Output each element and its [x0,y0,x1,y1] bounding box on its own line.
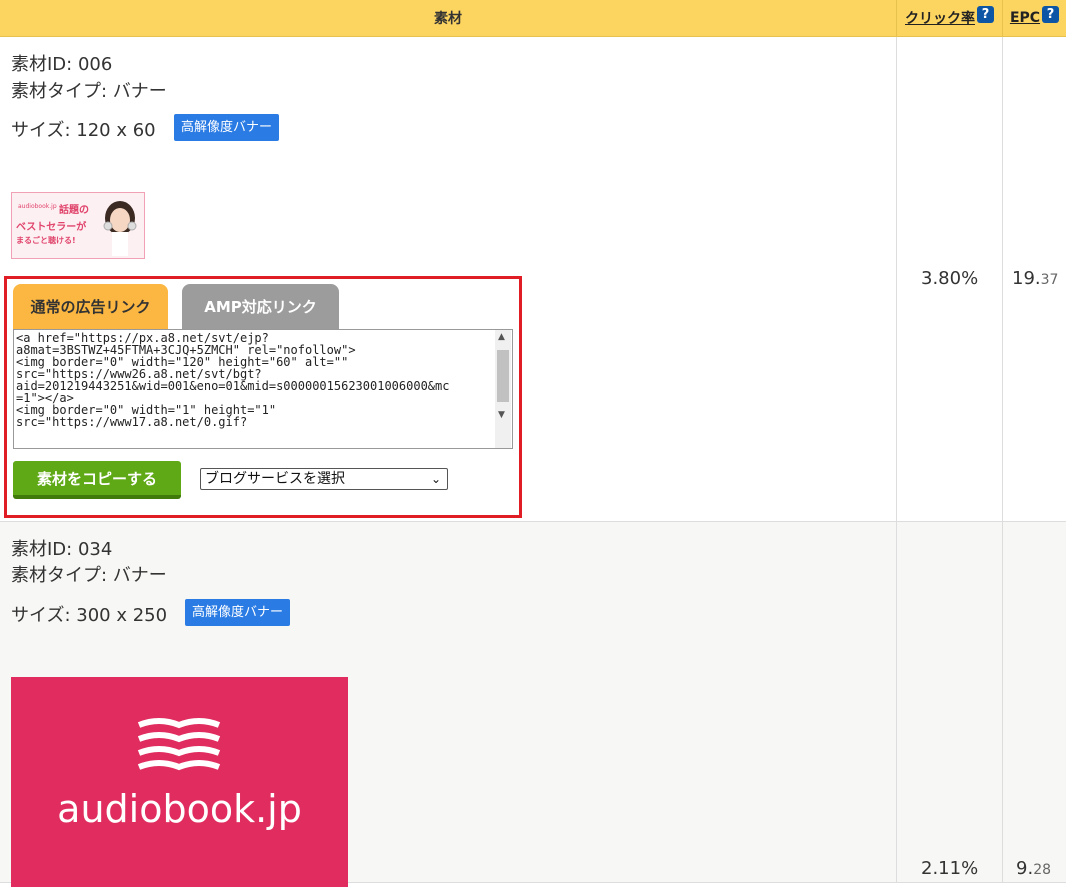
epc-decimal: 37 [1040,272,1059,288]
tab-normal-ad-link[interactable]: 通常の広告リンク [13,284,168,329]
epc-decimal: 28 [1033,862,1052,878]
open-book-icon [137,718,221,771]
click-rate-value: 3.80% [921,268,979,289]
material-type: 素材タイプ: バナー [11,81,167,102]
material-size: サイズ: 120 x 60 [11,120,156,141]
column-header-click-rate: クリック率? [897,0,1002,36]
banner-brand: audiobook.jp [18,203,57,210]
banner-text: まるごと聴ける! [16,236,76,245]
material-size: サイズ: 300 x 250 [11,605,168,626]
scroll-down-icon[interactable]: ▼ [498,410,505,420]
blog-service-select[interactable]: ブログサービスを選択 ⌄ [200,468,448,490]
column-divider [896,37,897,882]
scrollbar-thumb[interactable] [497,350,509,402]
hi-res-banner-badge[interactable]: 高解像度バナー [174,114,280,141]
banner-text: ベストセラーが [16,222,87,233]
hi-res-banner-badge[interactable]: 高解像度バナー [185,599,291,626]
table-header: 素材 クリック率? EPC? [0,0,1066,37]
banner-text: 話題の [59,205,89,216]
epc-value: 19.37 [1012,268,1058,289]
blog-service-select-value: ブログサービスを選択 [205,471,345,487]
epc-main: 9. [1016,858,1034,879]
column-divider [1002,37,1003,882]
chevron-down-icon: ⌄ [430,472,441,486]
help-icon[interactable]: ? [977,5,994,23]
tab-amp-link[interactable]: AMP対応リンク [182,284,339,329]
ad-link-panel: 通常の広告リンク AMP対応リンク <a href="https://px.a8… [4,276,522,518]
banner-image-300x250: audiobook.jp [11,677,348,887]
banner-wordmark: audiobook.jp [57,787,302,831]
copy-material-button[interactable]: 素材をコピーする [13,461,181,499]
column-header-epc: EPC? [1003,0,1066,36]
click-rate-sort-link[interactable]: クリック率 [905,8,975,28]
click-rate-value: 2.11% [921,858,979,879]
column-header-material: 素材 [434,11,462,27]
ad-code-textarea[interactable]: <a href="https://px.a8.net/svt/ejp? a8ma… [13,329,513,449]
epc-value: 9.28 [1016,858,1051,879]
material-type: 素材タイプ: バナー [11,565,167,586]
epc-main: 19. [1012,268,1041,289]
woman-with-headphones-illustration [103,201,137,256]
epc-sort-link[interactable]: EPC [1010,10,1040,26]
material-id: 素材ID: 034 [11,539,113,560]
help-icon[interactable]: ? [1042,5,1060,23]
banner-image-120x60: audiobook.jp 話題の ベストセラーが まるごと聴ける! [11,192,145,259]
scroll-up-icon[interactable]: ▲ [498,332,505,342]
material-id: 素材ID: 006 [11,54,113,75]
scrollbar[interactable]: ▲ ▼ [495,330,511,448]
